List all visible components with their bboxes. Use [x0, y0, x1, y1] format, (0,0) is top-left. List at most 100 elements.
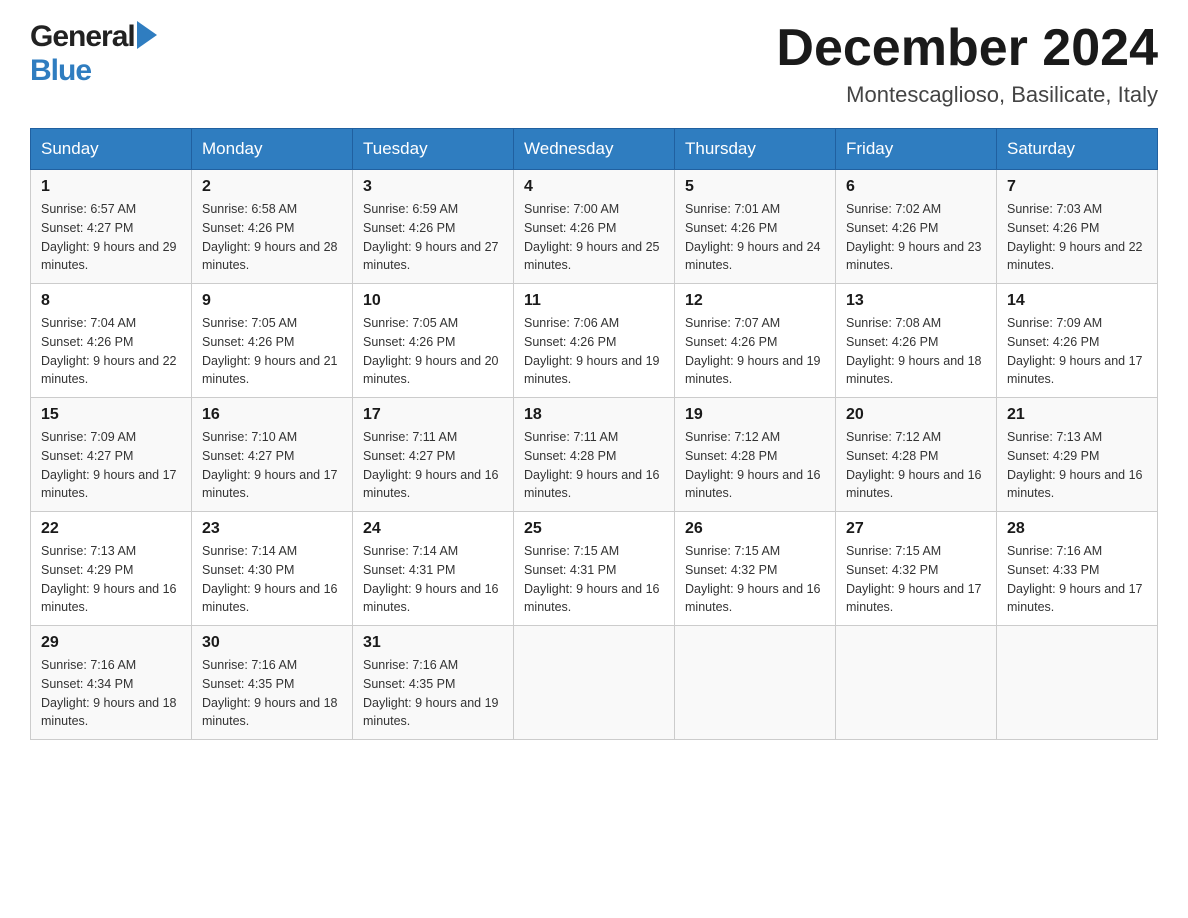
- day-info: Sunrise: 6:57 AMSunset: 4:27 PMDaylight:…: [41, 200, 181, 275]
- day-info: Sunrise: 7:09 AMSunset: 4:27 PMDaylight:…: [41, 428, 181, 503]
- calendar-cell: 18 Sunrise: 7:11 AMSunset: 4:28 PMDaylig…: [514, 398, 675, 512]
- calendar-cell: 14 Sunrise: 7:09 AMSunset: 4:26 PMDaylig…: [997, 284, 1158, 398]
- day-number: 26: [685, 520, 825, 538]
- calendar-cell: 12 Sunrise: 7:07 AMSunset: 4:26 PMDaylig…: [675, 284, 836, 398]
- calendar-week-row: 29 Sunrise: 7:16 AMSunset: 4:34 PMDaylig…: [31, 626, 1158, 740]
- calendar-week-row: 22 Sunrise: 7:13 AMSunset: 4:29 PMDaylig…: [31, 512, 1158, 626]
- calendar-cell: 28 Sunrise: 7:16 AMSunset: 4:33 PMDaylig…: [997, 512, 1158, 626]
- calendar-week-row: 8 Sunrise: 7:04 AMSunset: 4:26 PMDayligh…: [31, 284, 1158, 398]
- day-number: 30: [202, 634, 342, 652]
- calendar-cell: [997, 626, 1158, 740]
- calendar-cell: 29 Sunrise: 7:16 AMSunset: 4:34 PMDaylig…: [31, 626, 192, 740]
- calendar-cell: 27 Sunrise: 7:15 AMSunset: 4:32 PMDaylig…: [836, 512, 997, 626]
- day-number: 25: [524, 520, 664, 538]
- day-info: Sunrise: 7:02 AMSunset: 4:26 PMDaylight:…: [846, 200, 986, 275]
- calendar-week-row: 15 Sunrise: 7:09 AMSunset: 4:27 PMDaylig…: [31, 398, 1158, 512]
- day-number: 11: [524, 292, 664, 310]
- month-title: December 2024: [776, 20, 1158, 77]
- day-number: 8: [41, 292, 181, 310]
- day-number: 21: [1007, 406, 1147, 424]
- day-info: Sunrise: 7:07 AMSunset: 4:26 PMDaylight:…: [685, 314, 825, 389]
- calendar-header-row: SundayMondayTuesdayWednesdayThursdayFrid…: [31, 129, 1158, 170]
- logo-blue-text: Blue: [30, 54, 91, 87]
- calendar-cell: 17 Sunrise: 7:11 AMSunset: 4:27 PMDaylig…: [353, 398, 514, 512]
- calendar-cell: 19 Sunrise: 7:12 AMSunset: 4:28 PMDaylig…: [675, 398, 836, 512]
- calendar-cell: 26 Sunrise: 7:15 AMSunset: 4:32 PMDaylig…: [675, 512, 836, 626]
- day-info: Sunrise: 7:14 AMSunset: 4:30 PMDaylight:…: [202, 542, 342, 617]
- day-number: 14: [1007, 292, 1147, 310]
- day-info: Sunrise: 7:10 AMSunset: 4:27 PMDaylight:…: [202, 428, 342, 503]
- header-thursday: Thursday: [675, 129, 836, 170]
- day-info: Sunrise: 7:14 AMSunset: 4:31 PMDaylight:…: [363, 542, 503, 617]
- day-number: 22: [41, 520, 181, 538]
- day-info: Sunrise: 7:16 AMSunset: 4:33 PMDaylight:…: [1007, 542, 1147, 617]
- location-text: Montescaglioso, Basilicate, Italy: [776, 82, 1158, 108]
- day-number: 18: [524, 406, 664, 424]
- day-number: 13: [846, 292, 986, 310]
- day-number: 1: [41, 178, 181, 196]
- day-info: Sunrise: 7:16 AMSunset: 4:35 PMDaylight:…: [202, 656, 342, 731]
- day-number: 10: [363, 292, 503, 310]
- day-info: Sunrise: 7:03 AMSunset: 4:26 PMDaylight:…: [1007, 200, 1147, 275]
- calendar-week-row: 1 Sunrise: 6:57 AMSunset: 4:27 PMDayligh…: [31, 170, 1158, 284]
- day-info: Sunrise: 6:59 AMSunset: 4:26 PMDaylight:…: [363, 200, 503, 275]
- day-number: 2: [202, 178, 342, 196]
- logo-arrow-icon: [137, 21, 157, 49]
- header-friday: Friday: [836, 129, 997, 170]
- day-info: Sunrise: 7:01 AMSunset: 4:26 PMDaylight:…: [685, 200, 825, 275]
- day-number: 31: [363, 634, 503, 652]
- day-info: Sunrise: 7:13 AMSunset: 4:29 PMDaylight:…: [41, 542, 181, 617]
- day-info: Sunrise: 7:15 AMSunset: 4:32 PMDaylight:…: [685, 542, 825, 617]
- calendar-cell: 25 Sunrise: 7:15 AMSunset: 4:31 PMDaylig…: [514, 512, 675, 626]
- day-number: 5: [685, 178, 825, 196]
- day-info: Sunrise: 7:16 AMSunset: 4:35 PMDaylight:…: [363, 656, 503, 731]
- day-number: 20: [846, 406, 986, 424]
- day-number: 24: [363, 520, 503, 538]
- day-info: Sunrise: 7:11 AMSunset: 4:27 PMDaylight:…: [363, 428, 503, 503]
- day-number: 29: [41, 634, 181, 652]
- calendar-cell: 5 Sunrise: 7:01 AMSunset: 4:26 PMDayligh…: [675, 170, 836, 284]
- calendar-cell: 2 Sunrise: 6:58 AMSunset: 4:26 PMDayligh…: [192, 170, 353, 284]
- header-wednesday: Wednesday: [514, 129, 675, 170]
- calendar-cell: 24 Sunrise: 7:14 AMSunset: 4:31 PMDaylig…: [353, 512, 514, 626]
- day-info: Sunrise: 7:13 AMSunset: 4:29 PMDaylight:…: [1007, 428, 1147, 503]
- day-number: 15: [41, 406, 181, 424]
- day-info: Sunrise: 7:12 AMSunset: 4:28 PMDaylight:…: [685, 428, 825, 503]
- day-number: 19: [685, 406, 825, 424]
- day-info: Sunrise: 7:08 AMSunset: 4:26 PMDaylight:…: [846, 314, 986, 389]
- calendar-cell: [514, 626, 675, 740]
- day-info: Sunrise: 7:15 AMSunset: 4:32 PMDaylight:…: [846, 542, 986, 617]
- calendar-cell: 11 Sunrise: 7:06 AMSunset: 4:26 PMDaylig…: [514, 284, 675, 398]
- day-info: Sunrise: 7:15 AMSunset: 4:31 PMDaylight:…: [524, 542, 664, 617]
- calendar-cell: 1 Sunrise: 6:57 AMSunset: 4:27 PMDayligh…: [31, 170, 192, 284]
- day-info: Sunrise: 7:05 AMSunset: 4:26 PMDaylight:…: [202, 314, 342, 389]
- day-number: 9: [202, 292, 342, 310]
- calendar-cell: 16 Sunrise: 7:10 AMSunset: 4:27 PMDaylig…: [192, 398, 353, 512]
- calendar-cell: 9 Sunrise: 7:05 AMSunset: 4:26 PMDayligh…: [192, 284, 353, 398]
- day-info: Sunrise: 7:11 AMSunset: 4:28 PMDaylight:…: [524, 428, 664, 503]
- calendar-cell: 30 Sunrise: 7:16 AMSunset: 4:35 PMDaylig…: [192, 626, 353, 740]
- calendar-table: SundayMondayTuesdayWednesdayThursdayFrid…: [30, 128, 1158, 740]
- day-number: 27: [846, 520, 986, 538]
- day-info: Sunrise: 7:04 AMSunset: 4:26 PMDaylight:…: [41, 314, 181, 389]
- calendar-cell: 20 Sunrise: 7:12 AMSunset: 4:28 PMDaylig…: [836, 398, 997, 512]
- day-number: 17: [363, 406, 503, 424]
- calendar-cell: 6 Sunrise: 7:02 AMSunset: 4:26 PMDayligh…: [836, 170, 997, 284]
- calendar-cell: 3 Sunrise: 6:59 AMSunset: 4:26 PMDayligh…: [353, 170, 514, 284]
- calendar-cell: 13 Sunrise: 7:08 AMSunset: 4:26 PMDaylig…: [836, 284, 997, 398]
- day-number: 12: [685, 292, 825, 310]
- day-info: Sunrise: 7:05 AMSunset: 4:26 PMDaylight:…: [363, 314, 503, 389]
- calendar-cell: 8 Sunrise: 7:04 AMSunset: 4:26 PMDayligh…: [31, 284, 192, 398]
- calendar-cell: 7 Sunrise: 7:03 AMSunset: 4:26 PMDayligh…: [997, 170, 1158, 284]
- calendar-cell: [836, 626, 997, 740]
- calendar-cell: 21 Sunrise: 7:13 AMSunset: 4:29 PMDaylig…: [997, 398, 1158, 512]
- calendar-cell: 4 Sunrise: 7:00 AMSunset: 4:26 PMDayligh…: [514, 170, 675, 284]
- day-info: Sunrise: 7:16 AMSunset: 4:34 PMDaylight:…: [41, 656, 181, 731]
- day-number: 7: [1007, 178, 1147, 196]
- logo: General Blue: [30, 20, 157, 88]
- day-number: 6: [846, 178, 986, 196]
- calendar-cell: 22 Sunrise: 7:13 AMSunset: 4:29 PMDaylig…: [31, 512, 192, 626]
- title-section: December 2024 Montescaglioso, Basilicate…: [776, 20, 1158, 108]
- day-number: 3: [363, 178, 503, 196]
- day-number: 16: [202, 406, 342, 424]
